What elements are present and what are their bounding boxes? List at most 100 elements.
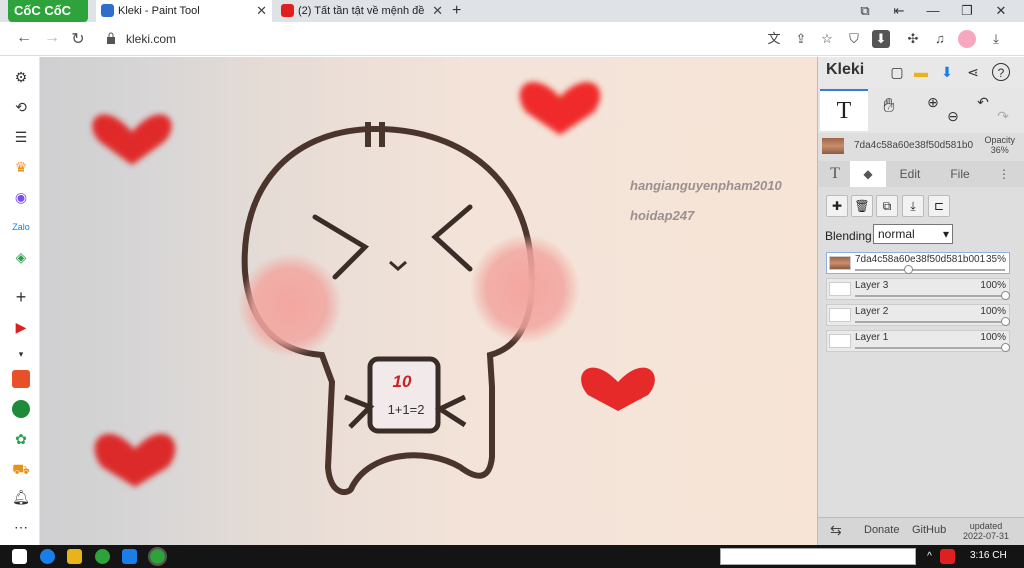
coccoc-active-icon[interactable] xyxy=(148,547,167,566)
youtube-icon[interactable]: ▶ xyxy=(12,318,30,336)
youtube-favicon-icon xyxy=(281,4,294,17)
add-layer-icon[interactable]: ✚ xyxy=(826,195,848,217)
notification-bell-icon[interactable]: 🔔︎ xyxy=(12,488,30,506)
notes-list-icon[interactable]: ☰ xyxy=(12,128,30,146)
translate-icon[interactable]: 文 xyxy=(765,30,783,48)
layer-opacity-slider[interactable] xyxy=(855,269,1005,271)
back-arrow-icon[interactable]: ⇤ xyxy=(884,0,914,22)
duplicate-layer-icon[interactable]: ⧉ xyxy=(876,195,898,217)
edge-icon[interactable] xyxy=(40,549,55,564)
windows-taskbar: ^ 3:16 CH xyxy=(0,545,1024,568)
forward-button[interactable]: → xyxy=(42,29,62,47)
bookmark-star-icon[interactable]: ☆ xyxy=(818,30,836,48)
tab-text[interactable]: T xyxy=(824,161,846,187)
tab-edit[interactable]: Edit xyxy=(892,161,928,187)
history-icon[interactable]: ⟲ xyxy=(12,98,30,116)
add-sidebar-item-icon[interactable]: + xyxy=(12,288,30,306)
tool-row: T ✋︎ ⊕ ⊖ ↶ ↷ xyxy=(818,87,1024,133)
extensions-icon[interactable]: ✣ xyxy=(904,30,922,48)
coccoc-menu-button[interactable]: CốC CốC xyxy=(8,0,88,22)
help-icon[interactable]: ? xyxy=(992,63,1010,81)
reload-button[interactable]: ↻ xyxy=(68,29,88,49)
new-tab-button[interactable]: + xyxy=(452,0,461,22)
save-download-icon[interactable]: ⬇ xyxy=(938,63,956,81)
profile-pig-icon[interactable] xyxy=(958,30,976,48)
delete-layer-icon[interactable]: 🗑︎ xyxy=(851,195,873,217)
share-icon[interactable]: ⇪ xyxy=(792,30,810,48)
download-icon[interactable]: ⬇ xyxy=(872,30,890,48)
shield-icon[interactable]: ⛉ xyxy=(845,30,863,48)
chevron-down-icon: ▾ xyxy=(942,227,949,241)
donate-link[interactable]: Donate xyxy=(864,524,899,536)
close-tab-icon[interactable]: ✕ xyxy=(432,0,443,22)
music-icon[interactable]: ♫ xyxy=(931,30,949,48)
layer-name: Layer 2 xyxy=(855,306,889,317)
file-explorer-icon[interactable] xyxy=(67,549,82,564)
layer-item[interactable]: 7da4c58a60e38f50d581b001 35% xyxy=(826,252,1010,274)
merge-layer-icon[interactable]: ⤓ xyxy=(902,195,924,217)
github-link[interactable]: GitHub xyxy=(912,524,946,536)
redo-icon[interactable]: ↷ xyxy=(994,107,1012,125)
close-window-button[interactable]: ✕ xyxy=(986,0,1016,22)
app-green-icon[interactable] xyxy=(12,400,30,418)
shopee-icon[interactable] xyxy=(12,370,30,388)
game-controller-icon[interactable]: ◈ xyxy=(12,248,30,266)
zalo-icon[interactable]: Zalo xyxy=(12,218,30,236)
tab-file[interactable]: File xyxy=(942,161,978,187)
maximize-button[interactable]: ❐ xyxy=(952,0,982,22)
url-input[interactable]: kleki.com xyxy=(126,32,176,46)
zoom-out-icon[interactable]: ⊖ xyxy=(944,107,962,125)
layer-opacity-knob[interactable] xyxy=(903,265,913,274)
opacity-control[interactable]: Opacity 36% xyxy=(984,135,1015,155)
zoom-in-icon[interactable]: ⊕ xyxy=(924,93,942,111)
layer-item[interactable]: Layer 3 100% xyxy=(826,278,1010,300)
layer-options-icon[interactable]: ⊏ xyxy=(928,195,950,217)
crown-icon[interactable]: ♛ xyxy=(12,158,30,176)
taskbar-search-field[interactable] xyxy=(720,548,916,565)
back-button[interactable]: ← xyxy=(14,29,34,47)
brush-color-swatch[interactable] xyxy=(822,138,844,154)
vietnamese-input-icon[interactable] xyxy=(940,549,955,564)
zalo-taskbar-icon[interactable] xyxy=(122,549,137,564)
layer-opacity-slider[interactable] xyxy=(855,295,1005,297)
blending-value: normal xyxy=(878,227,915,241)
coccoc-taskbar-icon[interactable] xyxy=(95,549,110,564)
heart-top-right xyxy=(519,81,601,135)
hand-tool-icon[interactable]: ✋︎ xyxy=(880,96,898,116)
watermark-text: hoidap247 xyxy=(630,208,695,223)
tab-kleki[interactable]: Kleki - Paint Tool ✕ xyxy=(96,0,272,22)
share-icon[interactable]: ⋖ xyxy=(964,63,982,81)
layer-opacity-knob[interactable] xyxy=(1001,291,1010,300)
updated-info: updated 2022-07-31 xyxy=(963,521,1009,541)
tab-title: (2) Tất tần tật về mệnh đề xyxy=(298,5,425,17)
tab-layers[interactable]: ◆ xyxy=(850,161,886,187)
screenshot-icon[interactable]: ⧉ xyxy=(850,0,880,22)
undo-icon[interactable]: ↶ xyxy=(974,93,992,111)
layer-name: 7da4c58a60e38f50d581b001 xyxy=(855,254,986,265)
more-menu-icon[interactable]: ⋮ xyxy=(998,161,1010,187)
drawing-canvas[interactable]: 10 1+1=2 hangianguyenpham2010 hoidap247 xyxy=(40,57,817,545)
layer-opacity-knob[interactable] xyxy=(1001,317,1010,326)
more-options-icon[interactable]: ⋯ xyxy=(12,518,30,536)
layer-item[interactable]: Layer 2 100% xyxy=(826,304,1010,326)
minimize-button[interactable]: — xyxy=(918,0,948,22)
windows-start-icon[interactable] xyxy=(12,549,27,564)
layer-opacity-slider[interactable] xyxy=(855,347,1005,349)
chevron-down-icon[interactable]: ▾ xyxy=(12,345,30,363)
layer-opacity-slider[interactable] xyxy=(855,321,1005,323)
cart-icon[interactable]: ⛟ xyxy=(12,460,30,478)
open-folder-icon[interactable]: ▬ xyxy=(912,63,930,81)
text-tool-button[interactable]: T xyxy=(820,89,868,131)
coccoc-extension-icon[interactable]: ✿ xyxy=(12,430,30,448)
blending-select[interactable]: normal ▾ xyxy=(873,224,953,244)
layer-opacity-knob[interactable] xyxy=(1001,343,1010,352)
settings-gear-icon[interactable]: ⚙ xyxy=(12,68,30,86)
new-image-icon[interactable]: ▢ xyxy=(888,63,906,81)
chevron-up-icon[interactable]: ^ xyxy=(922,549,937,564)
tab-youtube[interactable]: (2) Tất tần tật về mệnh đề ✕ xyxy=(276,0,448,22)
layer-item[interactable]: Layer 1 100% xyxy=(826,330,1010,352)
messenger-icon[interactable]: ◉ xyxy=(12,188,30,206)
close-tab-icon[interactable]: ✕ xyxy=(256,0,267,22)
swap-icon[interactable]: ⇆ xyxy=(830,522,842,539)
downloads-tray-icon[interactable]: ⤓ xyxy=(987,30,1005,48)
